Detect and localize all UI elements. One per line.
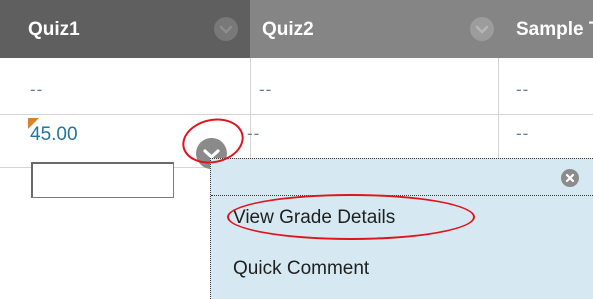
column-header-sample-test[interactable]: Sample T xyxy=(498,0,593,58)
grade-cell[interactable]: 45.00 xyxy=(30,124,78,146)
gradebook-header: Quiz1 Quiz2 Sample T xyxy=(0,0,593,58)
grade-cell[interactable]: -- xyxy=(30,80,43,100)
chevron-down-icon[interactable] xyxy=(470,17,494,41)
annotation-circle xyxy=(227,194,475,240)
grade-input[interactable] xyxy=(31,162,174,198)
grade-cell[interactable]: -- xyxy=(259,80,272,100)
chevron-down-icon[interactable] xyxy=(214,17,238,41)
menu-item-quick-comment[interactable]: Quick Comment xyxy=(233,258,369,280)
column-header-label: Quiz2 xyxy=(262,19,314,40)
context-menu-header xyxy=(211,159,593,196)
column-header-quiz1[interactable]: Quiz1 xyxy=(0,0,250,58)
column-header-label: Sample T xyxy=(516,19,593,40)
table-row xyxy=(0,58,593,115)
column-header-label: Quiz1 xyxy=(28,19,80,40)
grade-cell[interactable]: -- xyxy=(247,124,260,144)
grade-cell[interactable]: -- xyxy=(516,124,529,144)
column-header-quiz2[interactable]: Quiz2 xyxy=(250,0,498,58)
close-icon[interactable] xyxy=(561,169,579,187)
grade-cell[interactable]: -- xyxy=(516,80,529,100)
